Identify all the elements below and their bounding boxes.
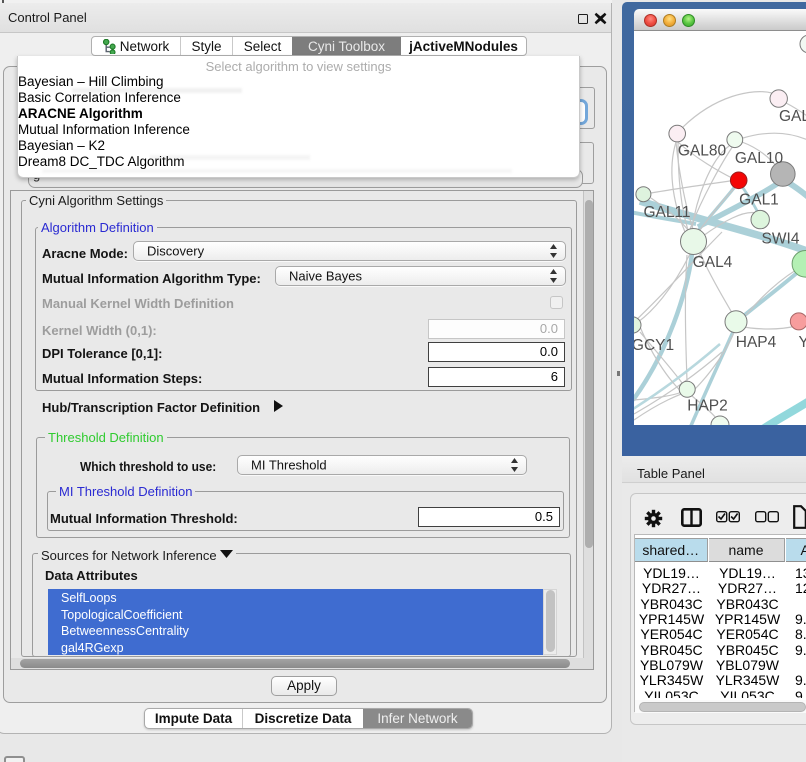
svg-text:HAP2: HAP2	[687, 398, 728, 415]
svg-text:GAL10: GAL10	[735, 150, 784, 167]
svg-text:GAL80: GAL80	[678, 143, 727, 160]
svg-text:Y: Y	[799, 334, 806, 351]
svg-text:GAL4: GAL4	[693, 254, 733, 271]
svg-text:GCY1: GCY1	[634, 337, 674, 354]
svg-text:GAL1: GAL1	[739, 192, 779, 209]
svg-text:HAP4: HAP4	[736, 334, 777, 351]
svg-text:SWI4: SWI4	[762, 231, 800, 248]
svg-text:GAL2: GAL2	[779, 108, 806, 125]
svg-text:GAL11: GAL11	[643, 204, 690, 221]
